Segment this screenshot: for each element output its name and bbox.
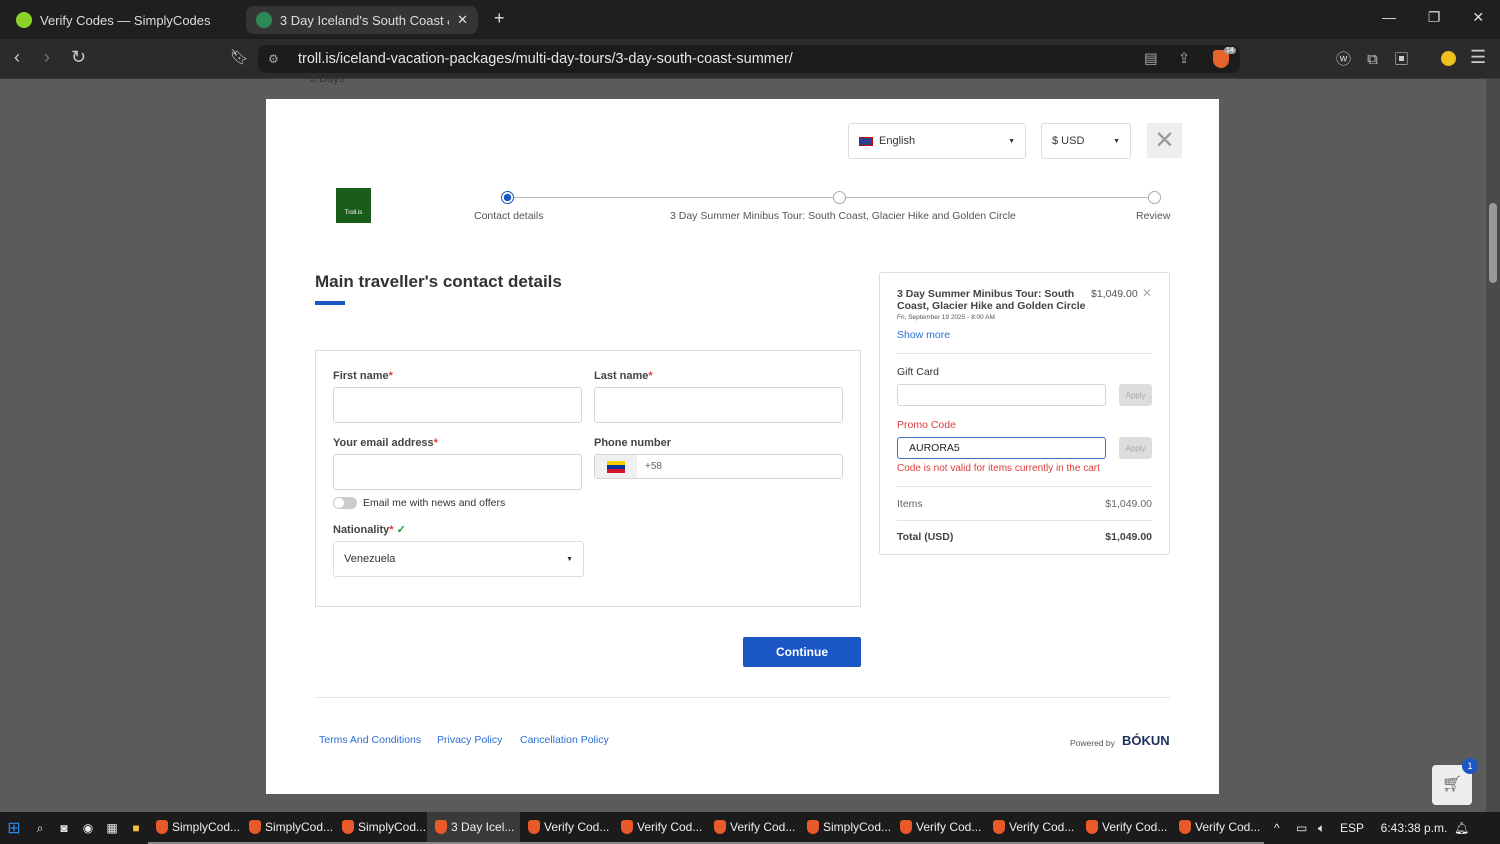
calculator-icon[interactable]: ▦: [100, 821, 124, 835]
tab-iceland[interactable]: 3 Day Iceland's South Coast & G✕: [246, 6, 478, 34]
volume-icon[interactable]: 🔈︎: [1318, 821, 1340, 836]
gift-card-input[interactable]: [897, 384, 1106, 406]
language-select[interactable]: English ▼: [848, 123, 1026, 159]
address-bar[interactable]: ⚙ troll.is/iceland-vacation-packages/mul…: [258, 45, 1240, 73]
taskbar-item[interactable]: SimplyCod...: [148, 812, 241, 844]
booking-modal: English ▼ $ USD ▼ ✕ Troll.is Contact detai…: [266, 99, 1219, 794]
brave-icon: [1179, 820, 1191, 834]
taskbar-item[interactable]: Verify Cod...: [706, 812, 799, 844]
tab-bar: Verify Codes — SimplyCodes 3 Day Iceland…: [0, 0, 1500, 39]
window-controls[interactable]: — ❐ ✕: [1382, 9, 1484, 26]
brave-icon: [249, 820, 261, 834]
wallet-icon[interactable]: [1441, 51, 1456, 66]
cart-icon: 🛒︎: [1441, 776, 1463, 793]
back-icon[interactable]: ‹: [14, 47, 20, 68]
stepper-line: [508, 197, 1154, 198]
brave-icon: [714, 820, 726, 834]
remove-item-icon[interactable]: ✕: [1142, 286, 1152, 300]
search-icon[interactable]: ⌕: [28, 821, 52, 836]
step-dot[interactable]: [1148, 191, 1161, 204]
step-label: 3 Day Summer Minibus Tour: South Coast, …: [670, 210, 1016, 222]
nationality-select[interactable]: Venezuela ▼: [333, 541, 584, 577]
taskbar-item[interactable]: Verify Cod...: [892, 812, 985, 844]
bokun-logo: BÓKUN: [1122, 733, 1170, 748]
step-label: Review: [1136, 210, 1171, 222]
privacy-link[interactable]: Privacy Policy: [437, 734, 502, 746]
phone-input[interactable]: +58: [594, 454, 843, 479]
brave-icon: [435, 820, 447, 834]
simplycodes-icon: [16, 12, 32, 28]
title-underline: [315, 301, 345, 305]
venezuela-flag-icon[interactable]: [595, 455, 637, 478]
continue-button[interactable]: Continue: [743, 637, 861, 667]
taskbar-item[interactable]: SimplyCod...: [334, 812, 427, 844]
contact-form: First name* Last name* Your email addres…: [315, 350, 861, 607]
promo-apply-button[interactable]: Apply: [1119, 437, 1152, 459]
taskbar-item[interactable]: Verify Cod...: [985, 812, 1078, 844]
first-name-input[interactable]: [333, 387, 582, 423]
close-tab-icon[interactable]: ✕: [457, 12, 468, 28]
menu-icon[interactable]: ☰: [1470, 47, 1486, 68]
step-dot-active[interactable]: [501, 191, 514, 204]
chevron-down-icon: ▼: [1008, 137, 1015, 145]
close-modal-button[interactable]: ✕: [1147, 123, 1182, 158]
tray-chevron-icon[interactable]: ^: [1274, 821, 1296, 835]
chevron-down-icon: ▼: [1113, 137, 1120, 145]
taskbar-item[interactable]: SimplyCod...: [241, 812, 334, 844]
scrollbar[interactable]: [1486, 79, 1500, 812]
troll-icon: [256, 12, 272, 28]
show-more-link[interactable]: Show more: [897, 329, 950, 341]
brave-icon: [1086, 820, 1098, 834]
taskbar-item[interactable]: Verify Cod...: [613, 812, 706, 844]
forward-icon[interactable]: ›: [44, 47, 50, 68]
last-name-input[interactable]: [594, 387, 843, 423]
bookmark-icon[interactable]: 🔖︎: [230, 48, 249, 66]
app-icon[interactable]: ◉: [76, 821, 100, 835]
language-indicator[interactable]: ESP: [1340, 821, 1374, 835]
brave-icon: [993, 820, 1005, 834]
share-icon[interactable]: ⇪: [1178, 51, 1190, 67]
terms-link[interactable]: Terms And Conditions: [319, 734, 421, 746]
reload-icon[interactable]: ↻: [71, 47, 86, 68]
camera-icon[interactable]: ◙: [52, 821, 76, 835]
taskbar-item[interactable]: Verify Cod...: [520, 812, 613, 844]
brave-icon: [621, 820, 633, 834]
currency-select[interactable]: $ USD ▼: [1041, 123, 1131, 159]
uk-flag-icon: [859, 136, 873, 146]
extensions-icons[interactable]: ⓦ ⧉ ▣: [1336, 48, 1409, 69]
site-settings-icon[interactable]: ⚙: [268, 52, 279, 66]
cart-summary: 3 Day Summer Minibus Tour: South Coast, …: [879, 272, 1170, 555]
cancellation-link[interactable]: Cancellation Policy: [520, 734, 609, 746]
taskbar-item[interactable]: Verify Cod...: [1171, 812, 1264, 844]
check-icon: ✓: [396, 524, 406, 536]
new-tab-button[interactable]: +: [494, 8, 505, 29]
troll-logo: Troll.is: [336, 188, 371, 223]
clock[interactable]: 6:43:38 p.m.: [1374, 821, 1454, 835]
network-icon[interactable]: ▭: [1296, 821, 1318, 835]
brave-icon: [900, 820, 912, 834]
promo-code-input[interactable]: AURORA5: [897, 437, 1106, 459]
brave-icon: [528, 820, 540, 834]
promo-error: Code is not valid for items currently in…: [897, 463, 1100, 474]
page-title: Main traveller's contact details: [315, 272, 562, 291]
brave-icon: [807, 820, 819, 834]
tab-verify-codes[interactable]: Verify Codes — SimplyCodes: [6, 6, 236, 34]
folder-icon[interactable]: ■: [124, 821, 148, 835]
brave-icon: [342, 820, 354, 834]
newsletter-toggle[interactable]: [333, 497, 357, 509]
taskbar-item[interactable]: SimplyCod...: [799, 812, 892, 844]
taskbar-item[interactable]: Verify Cod...: [1078, 812, 1171, 844]
gift-card-apply-button[interactable]: Apply: [1119, 384, 1152, 406]
taskbar: ⊞ ⌕ ◙ ◉ ▦ ■ SimplyCod... SimplyCod... Si…: [0, 812, 1500, 844]
notification-icon[interactable]: 🔔︎: [1454, 821, 1469, 835]
taskbar-item-active[interactable]: 3 Day Icel...: [427, 812, 520, 844]
reader-icon[interactable]: ▤: [1144, 51, 1158, 67]
step-dot[interactable]: [833, 191, 846, 204]
cart-badge: 1: [1462, 758, 1478, 774]
step-label: Contact details: [474, 210, 544, 222]
email-input[interactable]: [333, 454, 582, 490]
brave-icon: [156, 820, 168, 834]
windows-start-icon[interactable]: ⊞: [0, 818, 28, 838]
chevron-down-icon: ▼: [566, 555, 573, 563]
